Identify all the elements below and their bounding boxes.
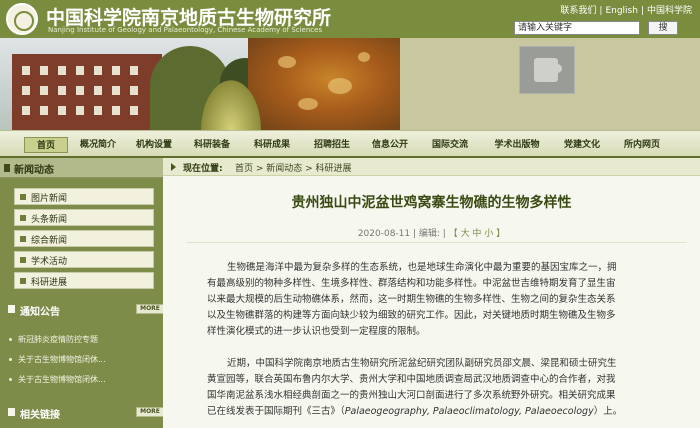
top-link-contact[interactable]: 联系我们: [560, 6, 596, 16]
site-subtitle: Nanjing Institute of Geology and Palaeon…: [48, 26, 323, 34]
institute-building-image: [12, 54, 162, 130]
main-nav: 首页 概况简介 机构设置 科研装备 科研成果 招聘招生 信息公开 国际交流 学术…: [0, 130, 700, 158]
notice-item[interactable]: 新冠肺炎疫情防控专题: [9, 334, 98, 345]
top-link-cas[interactable]: 中国科学院: [647, 6, 692, 16]
notice-title: 通知公告: [20, 307, 60, 318]
divider: [187, 242, 687, 243]
nav-item-party-culture[interactable]: 党建文化: [556, 137, 608, 153]
sidebar-title: 新闻动态: [14, 165, 54, 176]
article-editor: | 编辑: |: [413, 229, 449, 239]
article-meta: 2020-08-11 | 编辑: | 【 大 中 小 】: [163, 226, 700, 239]
breadcrumb: 现在位置: 首页 > 新闻动态 > 科研进展: [163, 158, 700, 176]
nav-item-results[interactable]: 科研成果: [246, 137, 298, 153]
bullet-icon: [20, 236, 26, 242]
nav-item-overview[interactable]: 概况简介: [72, 137, 124, 153]
search-input[interactable]: 请输入关键字: [514, 21, 640, 35]
notice-item[interactable]: 关于古生物博物馆闭休...: [9, 374, 106, 385]
breadcrumb-label: 现在位置:: [183, 164, 223, 174]
top-link-english[interactable]: English: [605, 6, 638, 16]
bullet-icon: [20, 257, 26, 263]
notice-header: 通知公告 MORE: [8, 301, 164, 319]
bullet-icon: [20, 194, 26, 200]
nav-item-home[interactable]: 首页: [24, 137, 68, 153]
article-title: 贵州独山中泥盆世鸡窝寨生物礁的生物多样性: [291, 195, 572, 211]
links-title: 相关链接: [20, 410, 60, 421]
links-more-button[interactable]: MORE: [136, 407, 164, 417]
nav-item-intranet[interactable]: 所内网页: [616, 137, 668, 153]
notice-item[interactable]: 关于古生物博物馆闭休...: [9, 354, 106, 365]
sidebar-item-headlines[interactable]: 头条新闻: [14, 209, 154, 226]
nav-item-recruitment[interactable]: 招聘招生: [306, 137, 358, 153]
journal-name: Palaeogeography, Palaeoclimatology, Pala…: [344, 406, 594, 417]
article-date: 2020-08-11: [357, 229, 411, 239]
arrow-icon: [171, 163, 176, 171]
links-header: 相关链接 MORE: [8, 404, 164, 422]
bullet-icon: [20, 215, 26, 221]
nav-item-publications[interactable]: 学术出版物: [486, 137, 548, 153]
plugin-placeholder-icon: [519, 46, 575, 94]
sidebar-item-academic[interactable]: 学术活动: [14, 251, 154, 268]
nav-item-equipment[interactable]: 科研装备: [186, 137, 238, 153]
search-button[interactable]: 搜: [648, 21, 678, 35]
nav-item-disclosure[interactable]: 信息公开: [364, 137, 416, 153]
article-paragraph-2: 近期，中国科学院南京地质古生物研究所泥盆纪研究团队副研究员邵文晨、梁昆和硕士研究…: [207, 358, 623, 417]
notice-more-button[interactable]: MORE: [136, 304, 164, 314]
sidebar-item-research-progress[interactable]: 科研进展: [14, 272, 154, 289]
sidebar: 新闻动态 图片新闻 头条新闻 综合新闻 学术活动 科研进展 通知公告 MORE …: [0, 158, 164, 428]
fossil-image: [248, 38, 400, 130]
top-links: 联系我们 | English | 中国科学院: [560, 6, 692, 16]
header-banner: [0, 38, 700, 130]
site-header: 中国科学院南京地质古生物研究所 Nanjing Institute of Geo…: [0, 0, 700, 38]
font-size-control[interactable]: 【 大 中 小 】: [449, 229, 505, 239]
sidebar-item-picture-news[interactable]: 图片新闻: [14, 188, 154, 205]
bullet-icon: [20, 278, 26, 284]
nav-item-intl-exchange[interactable]: 国际交流: [424, 137, 476, 153]
main-content: 现在位置: 首页 > 新闻动态 > 科研进展 贵州独山中泥盆世鸡窝寨生物礁的生物…: [163, 158, 700, 428]
nav-item-departments[interactable]: 机构设置: [128, 137, 180, 153]
sidebar-header: 新闻动态: [0, 158, 163, 178]
sidebar-item-general-news[interactable]: 综合新闻: [14, 230, 154, 247]
cas-logo-icon[interactable]: [6, 3, 38, 35]
article-paragraph-1: 生物礁是海洋中最为复杂多样的生态系统，也是地球生命演化中最为重要的基因宝库之一，…: [207, 262, 617, 337]
breadcrumb-path[interactable]: 首页 > 新闻动态 > 科研进展: [235, 161, 352, 174]
